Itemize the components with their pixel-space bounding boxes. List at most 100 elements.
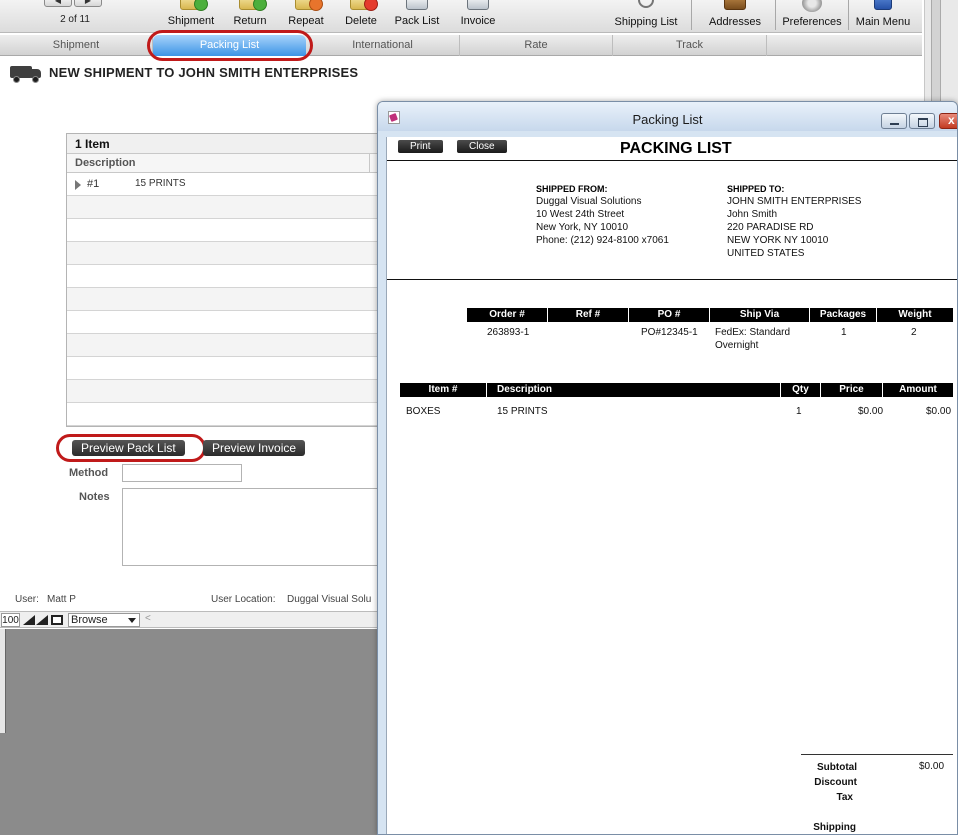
items-count-header: 1 Item: [67, 134, 385, 154]
addresses-button[interactable]: Addresses: [707, 0, 763, 33]
addresses-button-label: Addresses: [709, 16, 761, 28]
shipped-to-line: 220 PARADISE RD: [727, 222, 814, 233]
zoom-in-icon[interactable]: [36, 615, 48, 625]
shipment-button[interactable]: Shipment: [163, 0, 219, 33]
status-bar: 100 Browse <: [0, 611, 380, 628]
address-rule: [387, 279, 957, 280]
user-location-label: User Location:: [211, 594, 276, 605]
packing-list-tab-highlight: [147, 30, 313, 61]
table-row[interactable]: [67, 380, 385, 403]
table-row[interactable]: [67, 196, 385, 219]
repeat-button[interactable]: Repeat: [284, 0, 328, 33]
return-button[interactable]: Return: [228, 0, 272, 33]
next-record-button[interactable]: ▶: [74, 0, 102, 7]
ship-via-line-2: Overnight: [715, 340, 759, 351]
mode-select-value: Browse: [71, 614, 108, 626]
record-counter: 2 of 11: [60, 14, 90, 25]
items-list: #1 15 PRINTS: [67, 173, 385, 426]
weight-value: 2: [911, 327, 917, 338]
return-button-label: Return: [233, 15, 267, 27]
price-col-header: Price: [821, 383, 883, 397]
preferences-button[interactable]: Preferences: [781, 0, 843, 33]
address-book-icon: [724, 0, 746, 10]
tax-label: Tax: [836, 792, 854, 803]
table-row[interactable]: [67, 403, 385, 426]
item-col-header: Item #: [400, 383, 487, 397]
main-menu-button-label: Main Menu: [855, 16, 911, 28]
preview-invoice-button[interactable]: Preview Invoice: [203, 440, 306, 456]
minimize-button[interactable]: [881, 113, 907, 129]
table-row[interactable]: [67, 219, 385, 242]
shipment-button-label: Shipment: [167, 15, 215, 27]
totals-rule: [801, 754, 953, 755]
table-row[interactable]: [67, 265, 385, 288]
po-col-header: PO #: [629, 308, 710, 322]
right-window-edge: [924, 0, 958, 110]
main-menu-button[interactable]: Main Menu: [852, 0, 914, 33]
table-row[interactable]: [67, 288, 385, 311]
preview-pack-list-highlight: [56, 434, 206, 462]
notes-field[interactable]: [122, 488, 380, 566]
method-field[interactable]: [122, 464, 242, 482]
table-row[interactable]: [67, 311, 385, 334]
scroll-left-arrow-icon[interactable]: <: [145, 613, 151, 624]
record-navigator: ◀ ▶: [44, 0, 102, 8]
left-scrollbar[interactable]: [0, 629, 6, 733]
main-toolbar: ◀ ▶ 2 of 11 Shipment Return Repeat Delet…: [0, 0, 922, 33]
column-divider: [369, 154, 370, 173]
expand-triangle-icon[interactable]: [75, 180, 81, 190]
truck-icon: [10, 63, 42, 83]
tab-international[interactable]: International: [306, 35, 460, 56]
shipped-from-line: Duggal Visual Solutions: [536, 196, 642, 207]
print-button[interactable]: Print: [398, 140, 443, 153]
shipped-to-line: NEW YORK NY 10010: [727, 235, 829, 246]
shipped-to-line: JOHN SMITH ENTERPRISES: [727, 196, 862, 207]
subtotal-value: $0.00: [919, 761, 945, 772]
zoom-level[interactable]: 100: [1, 613, 20, 627]
tab-track[interactable]: Track: [613, 35, 767, 56]
delete-button[interactable]: Delete: [340, 0, 382, 33]
delete-icon: [350, 0, 378, 11]
return-icon: [239, 0, 267, 11]
table-row[interactable]: [67, 242, 385, 265]
pack-list-button[interactable]: Pack List: [390, 0, 444, 33]
empty-workspace: [0, 629, 380, 835]
mode-select[interactable]: Browse: [68, 613, 140, 627]
packages-col-header: Packages: [810, 308, 877, 322]
shipped-to-line: UNITED STATES: [727, 248, 805, 259]
invoice-button[interactable]: Invoice: [454, 0, 502, 33]
toolbar-divider: [848, 0, 849, 30]
packages-count: 1: [841, 327, 847, 338]
tab-shipment[interactable]: Shipment: [0, 35, 153, 56]
user-label: User:: [15, 594, 39, 605]
previous-record-button[interactable]: ◀: [44, 0, 72, 7]
order-number: 263893-1: [487, 327, 530, 338]
invoice-button-label: Invoice: [460, 15, 496, 27]
toolbar-divider: [691, 0, 692, 30]
tab-rate[interactable]: Rate: [460, 35, 613, 56]
vertical-scrollbar[interactable]: [931, 0, 941, 110]
po-number: PO#12345-1: [641, 327, 698, 338]
maximize-button[interactable]: [909, 113, 935, 129]
close-window-button[interactable]: [939, 113, 957, 129]
shipping-list-button[interactable]: Shipping List: [612, 0, 680, 33]
new-shipment-icon: [180, 0, 208, 11]
window-titlebar[interactable]: Packing List: [378, 102, 957, 131]
close-button[interactable]: Close: [457, 140, 507, 153]
preferences-button-label: Preferences: [782, 16, 842, 28]
table-row[interactable]: #1 15 PRINTS: [67, 173, 385, 196]
table-row[interactable]: [67, 334, 385, 357]
amount-col-header: Amount: [899, 384, 937, 395]
magnifier-icon: [638, 0, 654, 8]
table-row[interactable]: [67, 357, 385, 380]
shipped-from-line: 10 West 24th Street: [536, 209, 625, 220]
status-toolbar-toggle-icon[interactable]: [51, 615, 63, 625]
shipped-from-line: New York, NY 10010: [536, 222, 629, 233]
zoom-out-icon[interactable]: [23, 615, 35, 625]
qty-col-header: Qty: [781, 383, 821, 397]
notes-label: Notes: [79, 491, 110, 503]
item-qty-value: 1: [796, 406, 802, 417]
chevron-down-icon: [128, 618, 136, 623]
weight-col-header: Weight: [898, 309, 932, 320]
item-number-value: BOXES: [406, 406, 441, 417]
